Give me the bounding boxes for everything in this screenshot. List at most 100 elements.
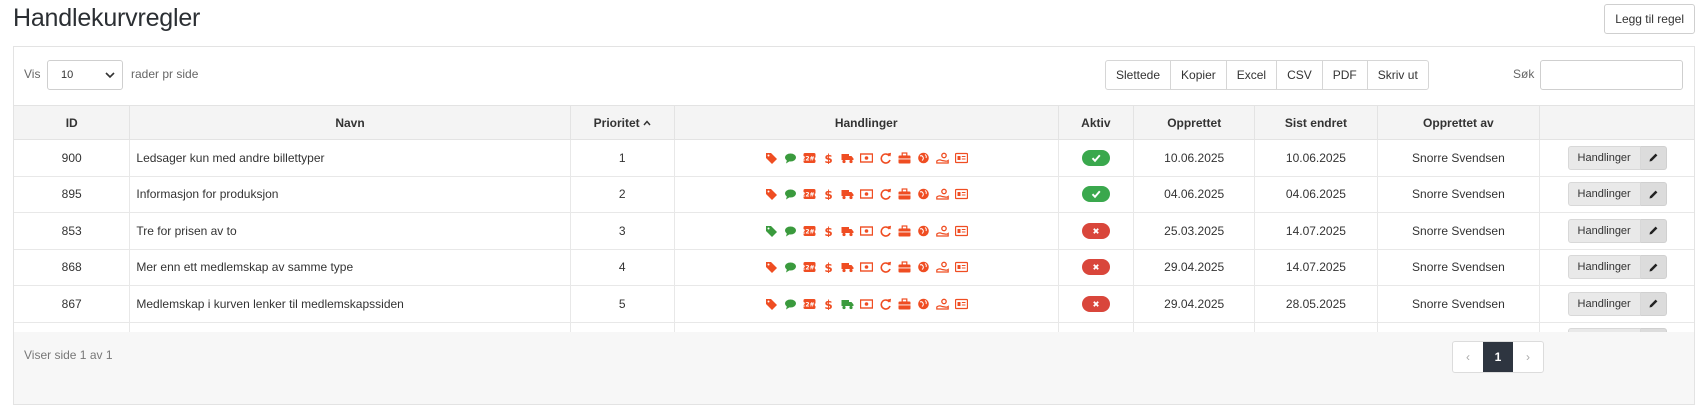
truck-icon[interactable] [841, 298, 854, 310]
tag-icon[interactable] [765, 298, 778, 310]
page-size-select[interactable]: 10 [47, 60, 123, 90]
cc-icon[interactable]: #ef4d22#ef4d22 [803, 298, 816, 310]
row-actions-button[interactable]: Handlinger [1567, 291, 1641, 316]
cell-action-icons: #ef4d22#ef4d22 $ [674, 212, 1059, 250]
comment-icon[interactable] [784, 188, 797, 200]
print-button[interactable]: Skriv ut [1368, 61, 1428, 89]
cell-modified: 10.06.2025 [1254, 139, 1378, 177]
csv-button[interactable]: CSV [1277, 61, 1323, 89]
add-rule-button[interactable]: Legg til regel [1604, 4, 1695, 34]
truck-icon[interactable] [841, 225, 854, 237]
edit-button[interactable] [1640, 218, 1667, 243]
hand-coin-icon[interactable] [935, 188, 949, 200]
globe-icon[interactable] [917, 298, 930, 310]
money-icon[interactable] [859, 298, 873, 310]
col-id[interactable]: ID [14, 105, 131, 140]
hand-coin-icon[interactable] [935, 261, 949, 273]
globe-icon[interactable] [917, 188, 930, 200]
col-created-by[interactable]: Opprettet av [1377, 105, 1541, 140]
hand-coin-icon[interactable] [935, 225, 949, 237]
globe-icon[interactable] [917, 225, 930, 237]
comment-icon[interactable] [784, 152, 797, 164]
dollar-icon[interactable]: $ [822, 261, 835, 273]
refresh-icon[interactable] [879, 298, 892, 310]
briefcase-icon[interactable] [898, 152, 911, 164]
ticket-icon[interactable] [954, 261, 968, 273]
truck-icon[interactable] [841, 152, 854, 164]
cc-icon[interactable]: #ef4d22#ef4d22 [803, 261, 816, 273]
cc-icon[interactable]: #ef4d22#ef4d22 [803, 225, 816, 237]
col-active[interactable]: Aktiv [1058, 105, 1135, 140]
cell-created: 25.03.2025 [1133, 212, 1256, 250]
money-icon[interactable] [859, 225, 873, 237]
ticket-icon[interactable] [954, 152, 968, 164]
tag-icon[interactable] [765, 152, 778, 164]
comment-icon[interactable] [784, 261, 797, 273]
ticket-icon[interactable] [954, 225, 968, 237]
cc-icon[interactable]: #ef4d22#ef4d22 [803, 152, 816, 164]
page-info: Viser side 1 av 1 [24, 348, 113, 362]
hand-coin-icon[interactable] [935, 152, 949, 164]
comment-icon[interactable] [784, 298, 797, 310]
active-toggle[interactable] [1081, 222, 1110, 239]
col-modified[interactable]: Sist endret [1254, 105, 1378, 140]
search-input[interactable] [1540, 60, 1683, 90]
money-icon[interactable] [859, 152, 873, 164]
deleted-button[interactable]: Slettede [1106, 61, 1172, 89]
active-toggle[interactable] [1081, 186, 1110, 203]
active-toggle[interactable] [1081, 149, 1110, 166]
money-icon[interactable] [859, 188, 873, 200]
row-actions-button[interactable]: Handlinger [1567, 145, 1641, 170]
edit-button[interactable] [1640, 145, 1667, 170]
copy-button[interactable]: Kopier [1171, 61, 1227, 89]
edit-button[interactable] [1640, 255, 1667, 280]
refresh-icon[interactable] [879, 188, 892, 201]
excel-button[interactable]: Excel [1227, 61, 1278, 89]
refresh-icon[interactable] [879, 225, 892, 237]
truck-icon[interactable] [841, 261, 854, 273]
briefcase-icon[interactable] [898, 225, 911, 237]
refresh-icon[interactable] [879, 152, 892, 164]
cell-name: Informasjon for produksjon [129, 176, 571, 213]
col-priority[interactable]: Prioritet [570, 105, 675, 140]
ticket-icon[interactable] [954, 298, 968, 310]
pdf-button[interactable]: PDF [1323, 61, 1368, 89]
col-created[interactable]: Opprettet [1133, 105, 1256, 140]
money-icon[interactable] [859, 261, 873, 273]
truck-icon[interactable] [841, 188, 854, 200]
globe-icon[interactable] [917, 152, 930, 164]
refresh-icon[interactable] [879, 261, 892, 274]
cell-id: 868 [14, 249, 131, 286]
dollar-icon[interactable]: $ [822, 225, 835, 237]
row-actions-button[interactable]: Handlinger [1567, 182, 1641, 207]
hand-coin-icon[interactable] [935, 298, 949, 310]
tag-icon[interactable] [765, 225, 778, 237]
edit-button[interactable] [1640, 182, 1667, 207]
ticket-icon[interactable] [954, 188, 968, 200]
col-name[interactable]: Navn [129, 105, 571, 140]
row-actions-button[interactable]: Handlinger [1567, 255, 1641, 280]
sort-asc-icon [643, 119, 651, 125]
cell-created: 29.04.2025 [1133, 249, 1256, 286]
comment-icon[interactable] [784, 225, 797, 237]
briefcase-icon[interactable] [898, 261, 911, 273]
row-actions-button[interactable]: Handlinger [1567, 218, 1641, 243]
briefcase-icon[interactable] [898, 188, 911, 200]
table-row: 900Ledsager kun med andre billettyper1#e… [14, 139, 1694, 177]
cc-icon[interactable]: #ef4d22#ef4d22 [803, 188, 816, 200]
prev-page-button[interactable]: ‹ [1453, 342, 1483, 372]
dollar-icon[interactable]: $ [822, 298, 835, 310]
tag-icon[interactable] [765, 188, 778, 201]
tag-icon[interactable] [765, 261, 778, 274]
globe-icon[interactable] [917, 261, 930, 273]
edit-button[interactable] [1640, 291, 1667, 316]
row-action-group: Handlinger [1540, 182, 1694, 207]
briefcase-icon[interactable] [898, 298, 911, 310]
active-toggle[interactable] [1081, 259, 1110, 276]
dollar-icon[interactable]: $ [822, 152, 835, 164]
svg-text:$: $ [824, 298, 832, 310]
active-toggle[interactable] [1081, 295, 1110, 312]
next-page-button[interactable]: › [1513, 342, 1543, 372]
page-1-button[interactable]: 1 [1483, 342, 1513, 372]
dollar-icon[interactable]: $ [822, 188, 835, 200]
